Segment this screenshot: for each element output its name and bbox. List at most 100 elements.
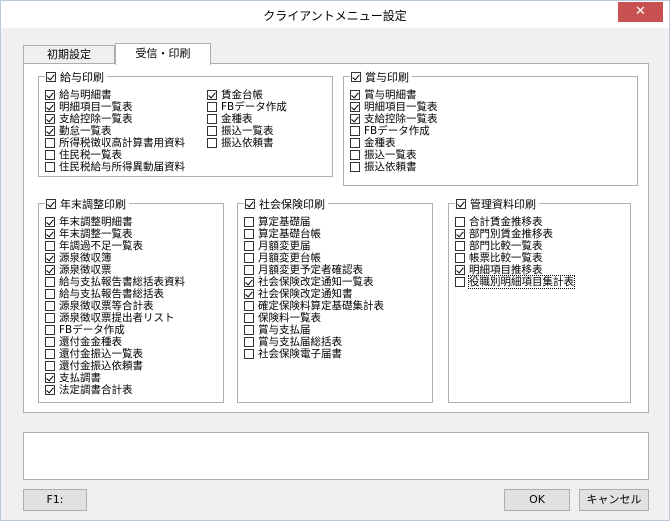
ok-button[interactable]: OK <box>504 489 570 511</box>
year-end-item-5[interactable]: 源泉徴収票 <box>45 264 185 276</box>
social-insurance-item-2-checkbox[interactable] <box>244 229 254 239</box>
year-end-item-6[interactable]: 給与支払報告書総括表資料 <box>45 276 185 288</box>
bonus-item-6-checkbox[interactable] <box>350 150 360 160</box>
year-end-item-13[interactable]: 還付金振込依頼書 <box>45 360 185 372</box>
salary-item-4-checkbox[interactable] <box>45 126 55 136</box>
year-end-item-2[interactable]: 年末調整一覧表 <box>45 228 185 240</box>
bonus-item-1-checkbox[interactable] <box>350 90 360 100</box>
bonus-item-4[interactable]: FBデータ作成 <box>350 125 438 137</box>
bonus-item-6[interactable]: 振込一覧表 <box>350 149 438 161</box>
bonus-print-checkbox[interactable] <box>351 72 361 82</box>
salary-item-col2-5[interactable]: 振込依頼書 <box>207 137 287 149</box>
social-insurance-item-2[interactable]: 算定基礎台帳 <box>244 228 384 240</box>
year-end-item-9-checkbox[interactable] <box>45 313 55 323</box>
salary-item-5-checkbox[interactable] <box>45 138 55 148</box>
cancel-button[interactable]: キャンセル <box>579 489 649 511</box>
bonus-item-7-checkbox[interactable] <box>350 162 360 172</box>
year-end-item-15-checkbox[interactable] <box>45 385 55 395</box>
social-insurance-item-8-checkbox[interactable] <box>244 301 254 311</box>
salary-item-2-checkbox[interactable] <box>45 102 55 112</box>
bonus-print-header[interactable]: 賞与印刷 <box>350 70 412 84</box>
management-item-1[interactable]: 合計賃金推移表 <box>455 216 574 228</box>
bonus-item-3[interactable]: 支給控除一覧表 <box>350 113 438 125</box>
year-end-item-5-checkbox[interactable] <box>45 265 55 275</box>
management-item-1-checkbox[interactable] <box>455 217 465 227</box>
year-end-item-8[interactable]: 源泉徴収票等合計表 <box>45 300 185 312</box>
salary-print-checkbox[interactable] <box>46 72 56 82</box>
year-end-item-10[interactable]: FBデータ作成 <box>45 324 185 336</box>
bonus-item-7[interactable]: 振込依頼書 <box>350 161 438 173</box>
social-insurance-print-checkbox[interactable] <box>245 199 255 209</box>
bonus-item-5[interactable]: 金種表 <box>350 137 438 149</box>
salary-item-5[interactable]: 所得税徴収高計算書用資料 <box>45 137 185 149</box>
salary-print-header[interactable]: 給与印刷 <box>45 70 107 84</box>
salary-item-3-checkbox[interactable] <box>45 114 55 124</box>
social-insurance-item-5-checkbox[interactable] <box>244 265 254 275</box>
salary-item-col2-5-checkbox[interactable] <box>207 138 217 148</box>
salary-item-4[interactable]: 勤怠一覧表 <box>45 125 185 137</box>
management-item-4-checkbox[interactable] <box>455 253 465 263</box>
social-insurance-item-12-checkbox[interactable] <box>244 349 254 359</box>
salary-item-col2-2-checkbox[interactable] <box>207 102 217 112</box>
management-item-3-checkbox[interactable] <box>455 241 465 251</box>
year-end-item-4[interactable]: 源泉徴収簿 <box>45 252 185 264</box>
social-insurance-item-8[interactable]: 確定保険料算定基礎集計表 <box>244 300 384 312</box>
social-insurance-item-1[interactable]: 算定基礎届 <box>244 216 384 228</box>
salary-item-col2-1[interactable]: 賃金台帳 <box>207 89 287 101</box>
close-button[interactable]: ✕ <box>618 2 663 22</box>
salary-item-7[interactable]: 住民税給与所得異動届資料 <box>45 161 185 173</box>
year-end-item-8-checkbox[interactable] <box>45 301 55 311</box>
social-insurance-item-3-checkbox[interactable] <box>244 241 254 251</box>
social-insurance-item-7-checkbox[interactable] <box>244 289 254 299</box>
salary-item-7-checkbox[interactable] <box>45 162 55 172</box>
management-item-2[interactable]: 部門別賃金推移表 <box>455 228 574 240</box>
tab-initial-settings[interactable]: 初期設定 <box>23 45 115 64</box>
social-insurance-item-4[interactable]: 月額変更台帳 <box>244 252 384 264</box>
salary-item-1-checkbox[interactable] <box>45 90 55 100</box>
salary-item-6[interactable]: 住民税一覧表 <box>45 149 185 161</box>
management-item-5[interactable]: 明細項目推移表 <box>455 264 574 276</box>
bonus-item-4-checkbox[interactable] <box>350 126 360 136</box>
salary-item-col2-3[interactable]: 金種表 <box>207 113 287 125</box>
bonus-item-2-checkbox[interactable] <box>350 102 360 112</box>
year-end-item-12-checkbox[interactable] <box>45 349 55 359</box>
management-print-checkbox[interactable] <box>456 199 466 209</box>
salary-item-col2-4-checkbox[interactable] <box>207 126 217 136</box>
management-item-5-checkbox[interactable] <box>455 265 465 275</box>
salary-item-col2-2[interactable]: FBデータ作成 <box>207 101 287 113</box>
year-end-item-4-checkbox[interactable] <box>45 253 55 263</box>
year-end-print-header[interactable]: 年末調整印刷 <box>45 197 129 211</box>
year-end-item-3[interactable]: 年調過不足一覧表 <box>45 240 185 252</box>
salary-item-2[interactable]: 明細項目一覧表 <box>45 101 185 113</box>
management-item-6-checkbox[interactable] <box>455 277 465 287</box>
year-end-item-11[interactable]: 還付金金種表 <box>45 336 185 348</box>
f1-help-button[interactable]: F1: <box>23 489 87 511</box>
salary-item-col2-3-checkbox[interactable] <box>207 114 217 124</box>
social-insurance-item-4-checkbox[interactable] <box>244 253 254 263</box>
year-end-item-14-checkbox[interactable] <box>45 373 55 383</box>
social-insurance-item-5[interactable]: 月額変更予定者確認表 <box>244 264 384 276</box>
bonus-item-5-checkbox[interactable] <box>350 138 360 148</box>
year-end-item-13-checkbox[interactable] <box>45 361 55 371</box>
social-insurance-item-3[interactable]: 月額変更届 <box>244 240 384 252</box>
year-end-item-9[interactable]: 源泉徴収票提出者リスト <box>45 312 185 324</box>
social-insurance-item-1-checkbox[interactable] <box>244 217 254 227</box>
management-item-6[interactable]: 役職別明細項目集計表 <box>455 275 575 289</box>
management-item-4[interactable]: 帳票比較一覧表 <box>455 252 574 264</box>
year-end-item-10-checkbox[interactable] <box>45 325 55 335</box>
year-end-item-2-checkbox[interactable] <box>45 229 55 239</box>
social-insurance-item-10-checkbox[interactable] <box>244 325 254 335</box>
tab-receive-print[interactable]: 受信・印刷 <box>115 43 211 65</box>
year-end-print-checkbox[interactable] <box>46 199 56 209</box>
salary-item-col2-1-checkbox[interactable] <box>207 90 217 100</box>
year-end-item-7[interactable]: 給与支払報告書総括表 <box>45 288 185 300</box>
social-insurance-item-12[interactable]: 社会保険電子届書 <box>244 348 384 360</box>
year-end-item-6-checkbox[interactable] <box>45 277 55 287</box>
year-end-item-15[interactable]: 法定調書合計表 <box>45 384 185 396</box>
salary-item-col2-4[interactable]: 振込一覧表 <box>207 125 287 137</box>
year-end-item-14[interactable]: 支払調書 <box>45 372 185 384</box>
year-end-item-11-checkbox[interactable] <box>45 337 55 347</box>
year-end-item-1[interactable]: 年末調整明細書 <box>45 216 185 228</box>
social-insurance-item-9[interactable]: 保険料一覧表 <box>244 312 384 324</box>
year-end-item-3-checkbox[interactable] <box>45 241 55 251</box>
